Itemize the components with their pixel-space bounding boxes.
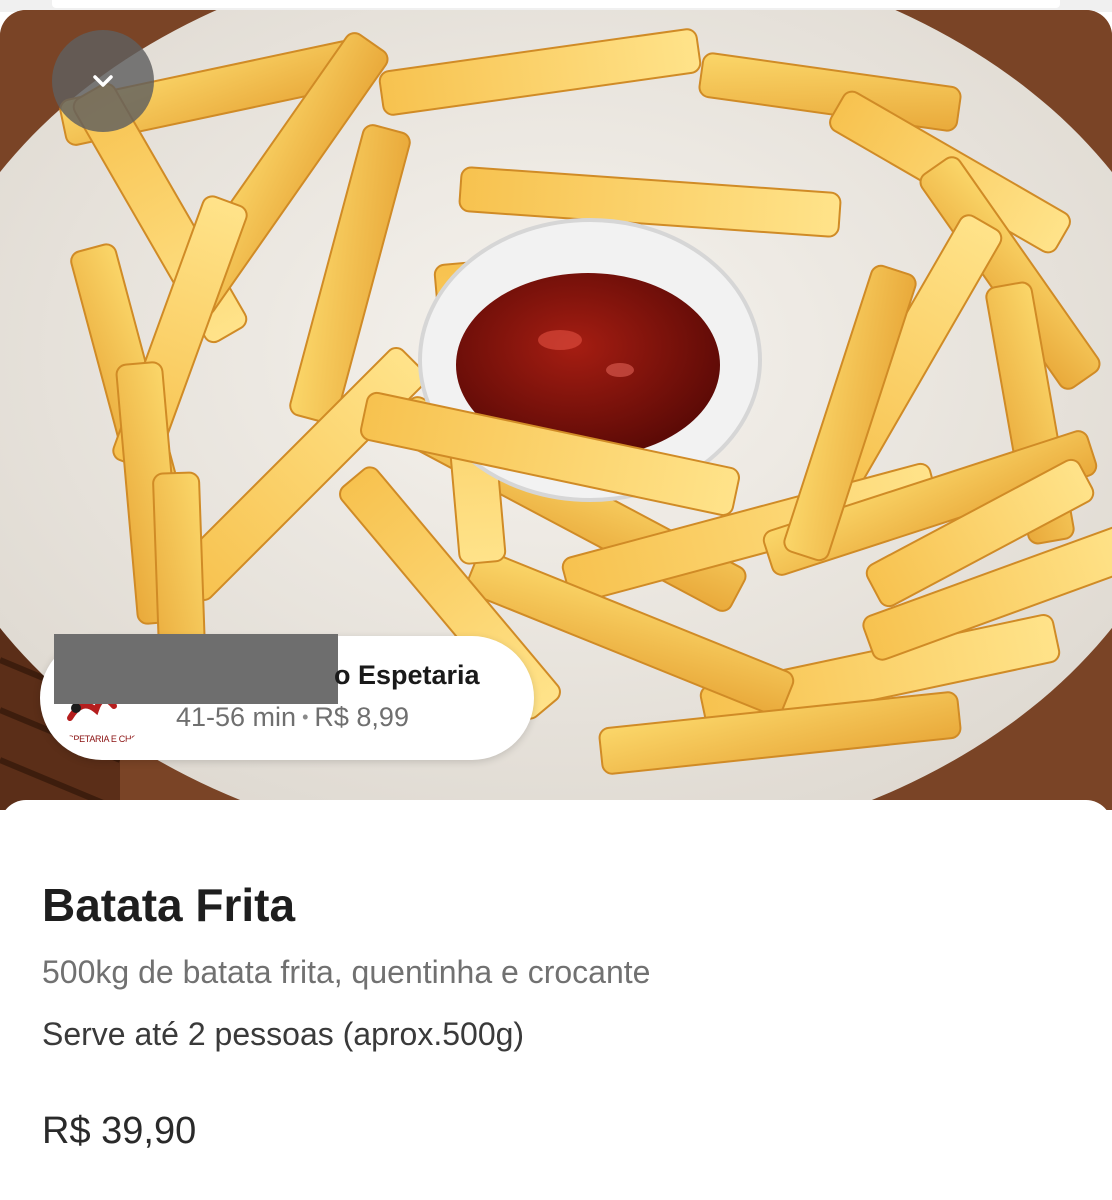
redacted-store-name [54, 634, 338, 704]
product-description: 500kg de batata frita, quentinha e croca… [42, 954, 651, 990]
delivery-fee: R$ 8,99 [314, 702, 409, 732]
delivery-time: 41-56 min [176, 702, 297, 732]
sheet-top-inner [52, 0, 1060, 8]
meta-separator: • [302, 707, 309, 727]
store-logo-text: ESPETARIA E CHOPER [62, 734, 152, 744]
store-delivery-info: 41-56 min • R$ 8,99 [176, 702, 409, 733]
product-title: Batata Frita [42, 879, 296, 931]
chevron-down-icon [93, 75, 113, 87]
product-price: R$ 39,90 [42, 1110, 197, 1152]
store-name: o Espetaria [334, 660, 480, 690]
collapse-button[interactable] [52, 30, 154, 132]
product-serves: Serve até 2 pessoas (aprox.500g) [42, 1016, 525, 1052]
